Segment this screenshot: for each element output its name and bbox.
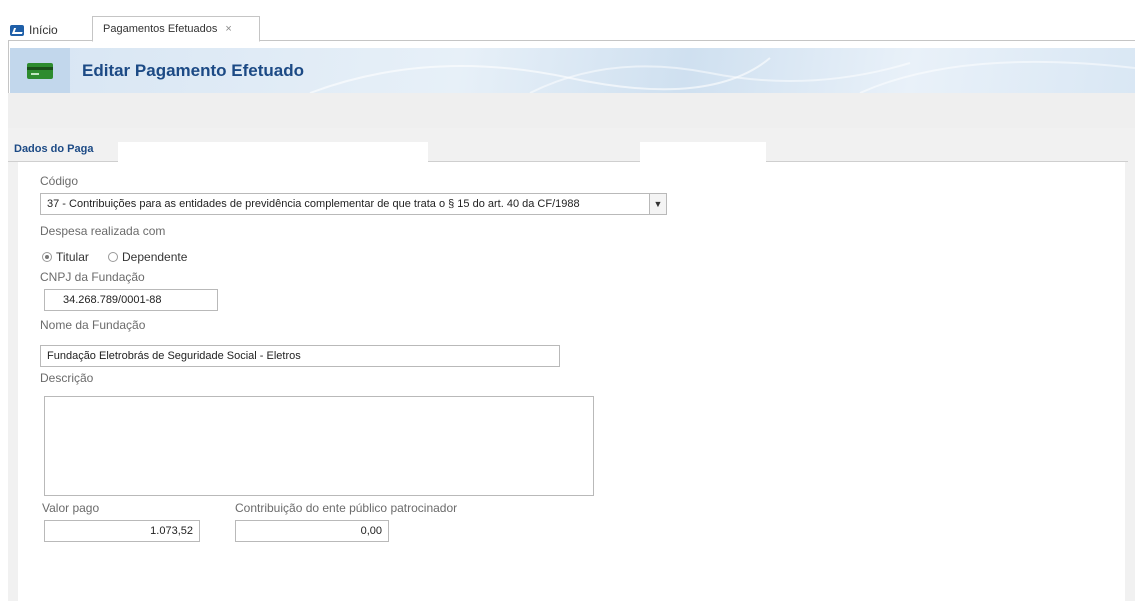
valor-pago-value: 1.073,52: [150, 525, 193, 537]
chevron-down-icon[interactable]: ▼: [649, 194, 666, 214]
tab-bar: Início Pagamentos Efetuados ×: [8, 10, 1135, 42]
descricao-textarea[interactable]: [44, 396, 594, 496]
radio-dependente-label: Dependente: [122, 250, 188, 264]
cnpj-label: CNPJ da Fundação: [40, 270, 145, 284]
panel-header-blank: [118, 142, 428, 162]
radio-titular[interactable]: Titular: [42, 250, 89, 264]
codigo-value: 37 - Contribuições para as entidades de …: [47, 198, 580, 210]
nome-field[interactable]: Fundação Eletrobrás de Seguridade Social…: [40, 345, 560, 367]
radio-dependente[interactable]: Dependente: [108, 250, 187, 264]
tab-home-label: Início: [29, 23, 58, 37]
tab-pagamentos-efetuados[interactable]: Pagamentos Efetuados ×: [92, 16, 260, 42]
contribuicao-label: Contribuição do ente público patrocinado…: [235, 501, 458, 515]
codigo-select[interactable]: 37 - Contribuições para as entidades de …: [40, 193, 667, 215]
panel-title: Dados do Paga: [14, 143, 94, 155]
contribuicao-field[interactable]: 0,00: [235, 520, 389, 542]
header-icon-box: [10, 48, 70, 93]
form-area: Código 37 - Contribuições para as entida…: [18, 162, 1125, 601]
cnpj-field[interactable]: 34.268.789/0001-88: [44, 289, 218, 311]
radio-titular-indicator[interactable]: [42, 252, 52, 262]
nome-label: Nome da Fundação: [40, 318, 146, 332]
page-header: Editar Pagamento Efetuado: [10, 48, 1135, 94]
home-icon: [10, 24, 24, 36]
despesa-label: Despesa realizada com: [40, 224, 166, 238]
close-icon[interactable]: ×: [225, 23, 231, 35]
page-title: Editar Pagamento Efetuado: [82, 61, 304, 80]
valor-pago-label: Valor pago: [42, 501, 100, 515]
panel-header-blank-2: [640, 142, 766, 162]
cnpj-value: 34.268.789/0001-88: [63, 294, 162, 306]
tab-pagamentos-label: Pagamentos Efetuados: [103, 23, 218, 35]
codigo-label: Código: [40, 174, 79, 188]
contribuicao-value: 0,00: [360, 525, 382, 537]
radio-dependente-indicator[interactable]: [108, 252, 118, 262]
form-panel: Dados do Paga Código 37 - Contribuições …: [8, 128, 1135, 601]
valor-pago-field[interactable]: 1.073,52: [44, 520, 200, 542]
tab-home[interactable]: Início: [8, 19, 86, 41]
toolbar-band: [8, 93, 1135, 129]
credit-card-icon: [27, 62, 53, 79]
descricao-label: Descrição: [40, 371, 94, 385]
radio-titular-label: Titular: [56, 250, 89, 264]
nome-value: Fundação Eletrobrás de Seguridade Social…: [47, 350, 301, 362]
